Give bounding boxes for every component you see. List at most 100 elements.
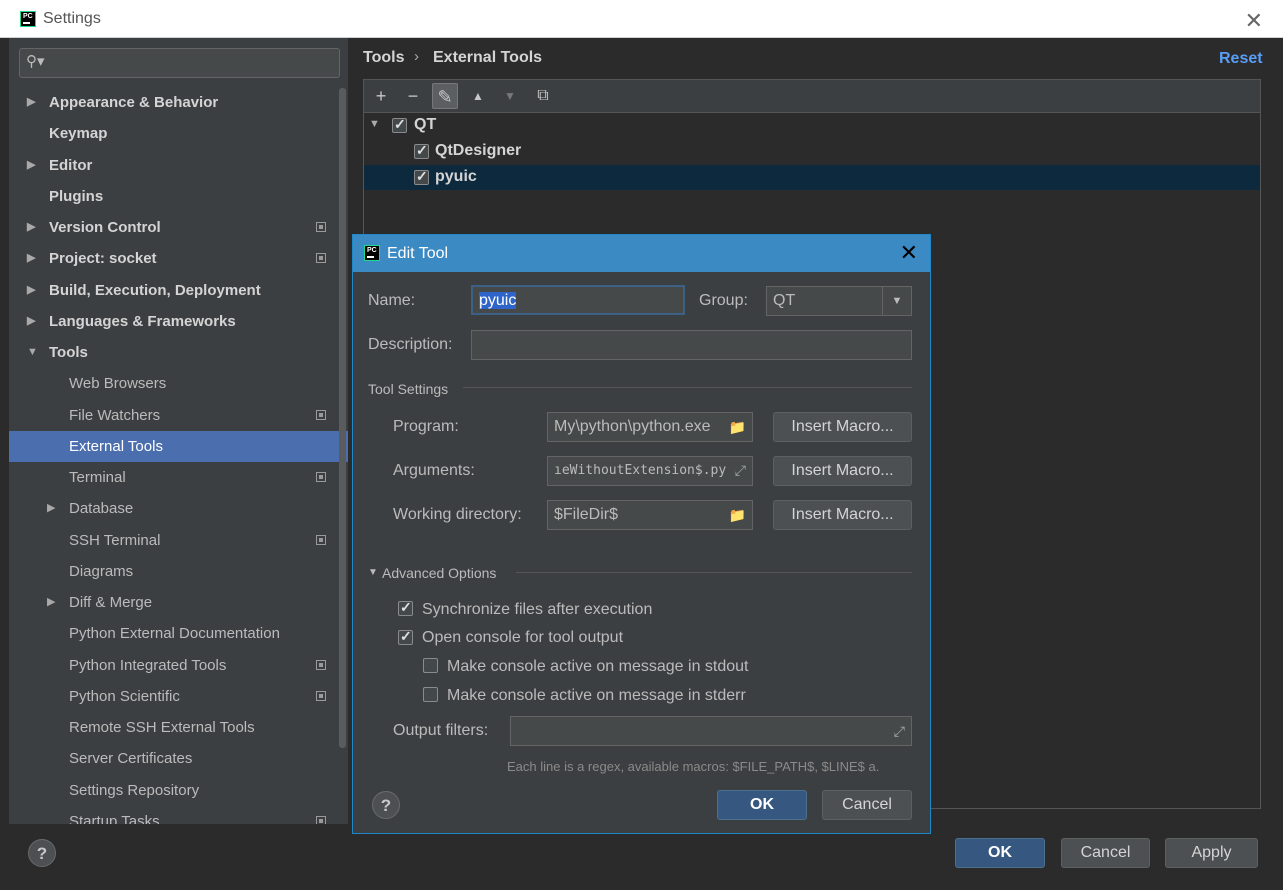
settings-help-button[interactable]: ? xyxy=(28,839,56,867)
chevron-down-icon[interactable]: ▼ xyxy=(882,287,911,315)
sidebar-item-startup-tasks[interactable]: Startup Tasks xyxy=(9,806,348,824)
project-scope-icon xyxy=(316,410,326,420)
tool-row-selected[interactable]: pyuic xyxy=(364,165,1260,190)
program-field[interactable]: My\python\python.exe 📁 xyxy=(547,412,753,442)
stdout-label[interactable]: Make console active on message in stdout xyxy=(447,658,749,676)
sidebar-item-label: Python Scientific xyxy=(69,688,180,705)
settings-cancel-button[interactable]: Cancel xyxy=(1061,838,1150,868)
folder-icon[interactable]: 📁 xyxy=(728,501,746,529)
add-icon[interactable]: + xyxy=(368,83,394,109)
sidebar-item-file-watchers[interactable]: File Watchers xyxy=(9,400,348,431)
sidebar-item-project[interactable]: ▶ Project: socket xyxy=(9,243,348,274)
sidebar-item-plugins[interactable]: Plugins xyxy=(9,181,348,212)
folder-icon[interactable]: 📁 xyxy=(728,413,746,441)
expand-arrow-icon[interactable]: ▶ xyxy=(27,212,35,243)
sidebar-item-ssh-terminal[interactable]: SSH Terminal xyxy=(9,525,348,556)
sidebar-item-python-integrated[interactable]: Python Integrated Tools xyxy=(9,650,348,681)
tool-group-row[interactable]: ▼ QT xyxy=(364,113,1260,138)
stdout-checkbox[interactable] xyxy=(423,658,438,673)
dialog-cancel-button[interactable]: Cancel xyxy=(822,790,912,820)
expand-arrow-icon[interactable]: ▶ xyxy=(47,493,55,524)
tool-checkbox[interactable] xyxy=(414,142,429,159)
arguments-value: ıeWithoutExtension$.py xyxy=(554,463,727,478)
description-field[interactable] xyxy=(471,330,912,360)
sidebar-item-diff-merge[interactable]: ▶ Diff & Merge xyxy=(9,587,348,618)
settings-ok-button[interactable]: OK xyxy=(955,838,1045,868)
sidebar-item-keymap[interactable]: Keymap xyxy=(9,118,348,149)
sidebar-item-label: Diff & Merge xyxy=(69,594,153,611)
sidebar-item-external-tools[interactable]: External Tools xyxy=(9,431,348,462)
expand-arrow-icon[interactable]: ▶ xyxy=(47,587,55,618)
breadcrumb-parent[interactable]: Tools xyxy=(363,49,404,67)
working-directory-label: Working directory: xyxy=(393,506,522,523)
collapse-arrow-icon[interactable]: ▼ xyxy=(369,118,380,130)
remove-icon[interactable]: − xyxy=(400,83,426,109)
sidebar-item-server-certs[interactable]: Server Certificates xyxy=(9,743,348,774)
sidebar-item-version-control[interactable]: ▶ Version Control xyxy=(9,212,348,243)
group-checkbox[interactable] xyxy=(392,116,407,133)
sidebar-item-label: Startup Tasks xyxy=(69,813,160,824)
advanced-options-heading[interactable]: Advanced Options xyxy=(382,565,496,581)
expand-arrow-icon[interactable]: ▶ xyxy=(27,306,35,337)
move-up-icon[interactable]: ▲ xyxy=(465,83,491,109)
sidebar-item-label: Settings Repository xyxy=(69,782,200,799)
move-down-icon[interactable]: ▼ xyxy=(497,83,523,109)
window-title-bar: PC Settings ✕ xyxy=(0,0,1283,38)
output-filters-field[interactable]: ⤢ xyxy=(510,716,912,746)
tool-checkbox[interactable] xyxy=(414,168,429,185)
sidebar-item-appearance[interactable]: ▶ Appearance & Behavior xyxy=(9,87,348,118)
insert-macro-arguments-button[interactable]: Insert Macro... xyxy=(773,456,912,486)
arguments-field[interactable]: ıeWithoutExtension$.py ⤢ xyxy=(547,456,753,486)
dialog-help-button[interactable]: ? xyxy=(372,791,400,819)
expand-arrow-icon[interactable]: ▶ xyxy=(27,150,35,181)
divider xyxy=(463,387,912,388)
settings-apply-button[interactable]: Apply xyxy=(1165,838,1258,868)
expand-icon[interactable]: ⤢ xyxy=(894,717,905,745)
expand-icon[interactable]: ⤢ xyxy=(734,457,746,485)
sidebar-item-label: Terminal xyxy=(69,469,126,486)
window-close-icon[interactable]: ✕ xyxy=(1245,8,1263,34)
dialog-ok-button[interactable]: OK xyxy=(717,790,807,820)
sidebar-item-editor[interactable]: ▶ Editor xyxy=(9,150,348,181)
stderr-checkbox[interactable] xyxy=(423,687,438,702)
sidebar-item-web-browsers[interactable]: Web Browsers xyxy=(9,368,348,399)
working-directory-field[interactable]: $FileDir$ 📁 xyxy=(547,500,753,530)
search-icon: ⚲▾ xyxy=(26,53,45,70)
sidebar-item-python-ext-docs[interactable]: Python External Documentation xyxy=(9,618,348,649)
sync-checkbox[interactable] xyxy=(398,599,413,616)
sidebar-item-settings-repo[interactable]: Settings Repository xyxy=(9,775,348,806)
sidebar-item-terminal[interactable]: Terminal xyxy=(9,462,348,493)
stderr-label[interactable]: Make console active on message in stderr xyxy=(447,687,746,705)
sidebar-item-label: File Watchers xyxy=(69,407,161,424)
insert-macro-program-button[interactable]: Insert Macro... xyxy=(773,412,912,442)
sidebar-item-label: Editor xyxy=(49,157,93,174)
expand-arrow-icon[interactable]: ▶ xyxy=(27,243,35,274)
sidebar-item-build[interactable]: ▶ Build, Execution, Deployment xyxy=(9,275,348,306)
sidebar-item-languages[interactable]: ▶ Languages & Frameworks xyxy=(9,306,348,337)
sidebar-item-database[interactable]: ▶ Database xyxy=(9,493,348,524)
edit-icon[interactable]: ✎ xyxy=(432,83,458,109)
console-label[interactable]: Open console for tool output xyxy=(422,629,623,647)
sidebar-item-diagrams[interactable]: Diagrams xyxy=(9,556,348,587)
expand-arrow-icon[interactable]: ▶ xyxy=(27,87,35,118)
copy-icon[interactable]: ⧉ xyxy=(530,83,556,109)
sync-label[interactable]: Synchronize files after execution xyxy=(422,601,652,619)
collapse-arrow-icon[interactable]: ▼ xyxy=(368,567,378,578)
output-filters-label: Output filters: xyxy=(393,722,489,739)
search-input[interactable]: ⚲▾ xyxy=(19,48,340,78)
collapse-arrow-icon[interactable]: ▼ xyxy=(27,337,38,368)
sidebar-scrollbar[interactable] xyxy=(339,88,346,748)
insert-macro-workdir-button[interactable]: Insert Macro... xyxy=(773,500,912,530)
reset-link[interactable]: Reset xyxy=(1219,50,1263,68)
group-combobox[interactable]: QT ▼ xyxy=(766,286,912,316)
sidebar-item-tools[interactable]: ▼ Tools xyxy=(9,337,348,368)
console-checkbox[interactable] xyxy=(398,628,413,645)
project-scope-icon xyxy=(316,472,326,482)
sidebar-item-remote-ssh[interactable]: Remote SSH External Tools xyxy=(9,712,348,743)
dialog-close-icon[interactable]: ✕ xyxy=(900,240,918,266)
name-field[interactable]: pyuic xyxy=(471,285,685,315)
expand-arrow-icon[interactable]: ▶ xyxy=(27,275,35,306)
group-label: Group: xyxy=(699,292,748,309)
tool-row[interactable]: QtDesigner xyxy=(364,139,1260,164)
sidebar-item-python-scientific[interactable]: Python Scientific xyxy=(9,681,348,712)
